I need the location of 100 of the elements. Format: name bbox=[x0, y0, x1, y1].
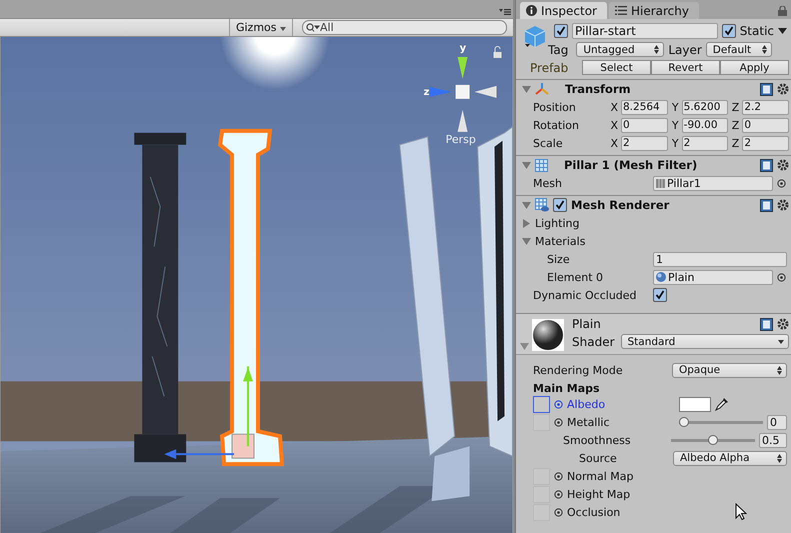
help-book-icon[interactable] bbox=[760, 158, 773, 172]
rendering-mode-dropdown[interactable]: Opaque bbox=[672, 362, 787, 378]
sphere-icon bbox=[656, 272, 666, 282]
number-field[interactable]: 0.5 bbox=[759, 432, 787, 448]
property-label: Dynamic Occluded bbox=[533, 288, 638, 302]
foldout-arrow-icon[interactable] bbox=[522, 236, 531, 246]
material-field[interactable]: Plain bbox=[653, 270, 773, 284]
slider-thumb[interactable] bbox=[708, 435, 718, 445]
help-book-icon[interactable] bbox=[760, 198, 773, 212]
help-book-icon[interactable] bbox=[760, 82, 773, 96]
panel-tab[interactable]: Inspector bbox=[520, 2, 607, 19]
list-icon bbox=[614, 6, 627, 15]
axis-label: z bbox=[424, 86, 430, 98]
property-label: Occlusion bbox=[567, 506, 622, 518]
number-field[interactable]: 2 bbox=[742, 136, 789, 150]
panel-menu-icon[interactable] bbox=[499, 8, 511, 16]
number-field[interactable]: 5.6200 bbox=[682, 100, 728, 114]
material-name: Plain bbox=[572, 317, 601, 331]
target-icon[interactable] bbox=[777, 272, 786, 282]
active-checkbox[interactable] bbox=[554, 24, 568, 38]
axis-label: X bbox=[609, 136, 619, 150]
size-field[interactable]: 1 bbox=[653, 252, 787, 266]
search-input[interactable]: All bbox=[320, 20, 470, 34]
material-preview-sphere-icon bbox=[532, 319, 564, 351]
gear-icon[interactable] bbox=[777, 199, 789, 211]
axis-label: Y bbox=[670, 136, 680, 150]
up-down-arrows-icon bbox=[762, 45, 767, 54]
dark-pillar[interactable] bbox=[134, 132, 186, 462]
caret-icon bbox=[778, 340, 784, 344]
up-down-arrows-icon bbox=[777, 366, 782, 374]
property-label: Normal Map bbox=[567, 470, 635, 482]
slider-thumb[interactable] bbox=[679, 417, 689, 427]
up-down-arrows-icon bbox=[654, 45, 660, 54]
number-field[interactable]: 0 bbox=[621, 118, 668, 132]
selected-pillar[interactable] bbox=[164, 128, 284, 466]
property-label: Metallic bbox=[567, 416, 611, 428]
property-label: Albedo bbox=[567, 398, 606, 410]
color-swatch[interactable] bbox=[679, 396, 711, 412]
number-field[interactable]: -90.00 bbox=[682, 118, 728, 132]
gear-icon[interactable] bbox=[777, 159, 789, 171]
property-label: Rotation bbox=[533, 118, 580, 132]
foldout-arrow-icon[interactable] bbox=[522, 200, 531, 210]
lock-icon[interactable] bbox=[494, 46, 502, 58]
grid-eye-icon bbox=[535, 198, 549, 212]
enabled-checkbox[interactable] bbox=[553, 198, 567, 212]
property-label: Element 0 bbox=[546, 270, 604, 284]
axis-label: Y bbox=[670, 118, 680, 132]
number-field[interactable]: 2 bbox=[621, 136, 668, 150]
axis-label: X bbox=[609, 118, 619, 132]
panel-tab[interactable]: Hierarchy bbox=[608, 2, 699, 19]
texture-slot[interactable] bbox=[533, 396, 550, 412]
info-icon bbox=[526, 5, 537, 16]
source-dropdown[interactable]: Albedo Alpha bbox=[673, 450, 787, 466]
tag-dropdown[interactable]: Untagged bbox=[576, 42, 664, 57]
number-field[interactable]: 2.2 bbox=[742, 100, 789, 114]
prefab-button[interactable]: Apply bbox=[720, 60, 789, 75]
prefab-button[interactable]: Revert bbox=[651, 60, 720, 75]
property-label: Size bbox=[546, 252, 571, 266]
static-checkbox[interactable] bbox=[722, 24, 736, 38]
lighting-foldout[interactable]: Lighting bbox=[535, 216, 580, 230]
layer-dropdown[interactable]: Default bbox=[706, 42, 772, 57]
property-label: Source bbox=[578, 452, 618, 464]
axes-icon bbox=[535, 83, 549, 95]
orientation-gizmo-drawing[interactable] bbox=[430, 56, 497, 132]
foldout-arrow-icon[interactable] bbox=[522, 160, 531, 170]
component-title: Pillar 1 (Mesh Filter) bbox=[563, 158, 698, 172]
component-title: Transform bbox=[564, 82, 632, 96]
property-label: Scale bbox=[533, 136, 564, 150]
mesh-field[interactable]: Pillar1 bbox=[653, 176, 773, 190]
search-field[interactable]: All bbox=[302, 20, 507, 35]
number-field[interactable]: 0 bbox=[742, 118, 789, 132]
caret-icon bbox=[280, 26, 286, 31]
caret-icon[interactable] bbox=[778, 28, 787, 34]
target-icon[interactable] bbox=[777, 178, 786, 188]
gear-icon[interactable] bbox=[777, 83, 789, 95]
number-field[interactable]: 0 bbox=[767, 414, 787, 430]
axis-label: y bbox=[460, 42, 466, 54]
help-book-icon[interactable] bbox=[760, 318, 773, 330]
prefab-button[interactable]: Select bbox=[582, 60, 651, 75]
layer-label: Layer bbox=[668, 42, 702, 56]
object-name-field[interactable]: Pillar-start bbox=[572, 23, 718, 39]
property-label: Position bbox=[533, 100, 577, 114]
foldout-arrow-icon[interactable] bbox=[522, 84, 531, 94]
number-field[interactable]: 2 bbox=[682, 136, 728, 150]
static-label: Static bbox=[740, 24, 774, 38]
tag-label: Tag bbox=[548, 42, 568, 56]
number-field[interactable]: 8.2564 bbox=[621, 100, 668, 114]
lock-icon[interactable] bbox=[778, 6, 787, 16]
prefab-label: Prefab bbox=[530, 60, 570, 74]
materials-foldout[interactable]: Materials bbox=[535, 234, 586, 248]
gizmos-dropdown[interactable]: Gizmos bbox=[228, 18, 293, 36]
foldout-arrow-icon[interactable] bbox=[522, 218, 531, 228]
gear-icon[interactable] bbox=[777, 318, 789, 330]
shader-label: Shader bbox=[572, 334, 615, 348]
eyedropper-icon[interactable] bbox=[715, 397, 729, 411]
shader-dropdown[interactable]: Standard bbox=[620, 334, 789, 349]
projection-label[interactable]: Persp bbox=[446, 132, 476, 146]
dynamic-occluded-checkbox[interactable] bbox=[653, 288, 667, 302]
light-pillar[interactable] bbox=[477, 126, 513, 457]
mesh-icon bbox=[656, 178, 665, 188]
